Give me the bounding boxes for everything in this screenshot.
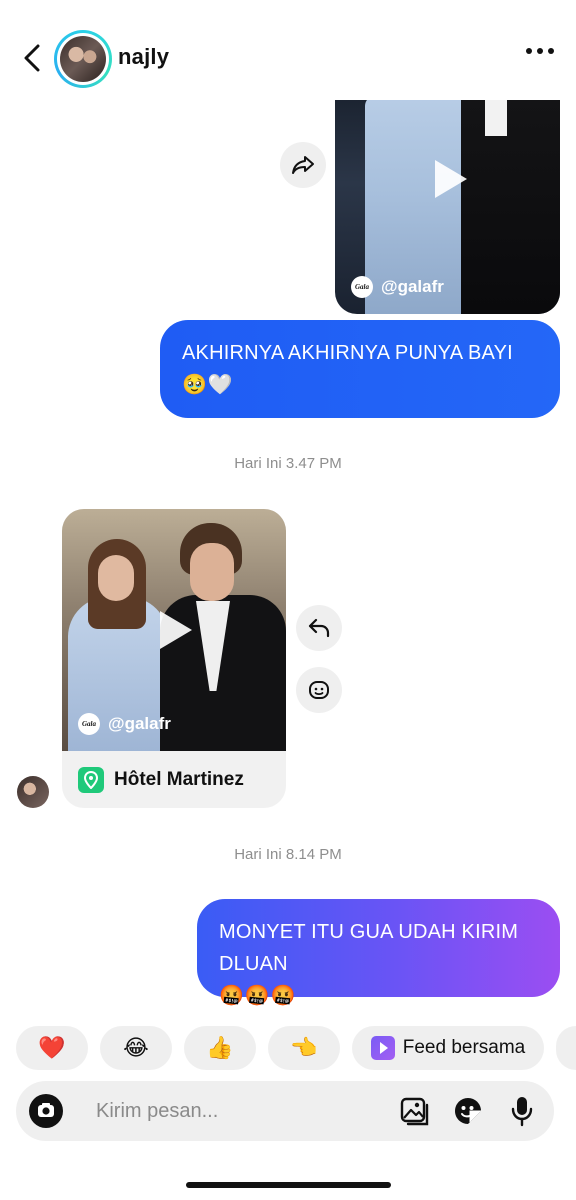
home-indicator [186,1182,391,1188]
voice-button[interactable] [506,1095,538,1127]
sender-avatar[interactable] [17,776,49,808]
post-source-tag: Gala @galafr [78,713,171,735]
message-text: AKHIRNYA AKHIRNYA PUNYA BAYI [182,342,513,364]
react-button[interactable] [296,667,342,713]
add-reaction-icon [309,681,329,699]
quick-reaction-heart[interactable]: ❤️ [16,1026,88,1070]
more-options-icon[interactable] [526,48,554,54]
gala-logo: Gala [78,713,100,735]
play-icon [435,160,467,198]
camera-icon [29,1094,63,1128]
timestamp: Hari Ini 8.14 PM [234,846,342,863]
share-button[interactable] [280,142,326,188]
post-source-tag: Gala @galafr [351,276,444,298]
gala-logo: Gala [351,276,373,298]
quick-reactions-bar: ❤️ 😂 👍 👈 Feed bersama [16,1026,576,1070]
message-emojis: 🤬🤬🤬 [219,985,297,1007]
message-text: MONYET ITU GUA UDAH KIRIM DLUAN [219,921,519,975]
more-quick-replies[interactable] [556,1026,576,1070]
sticker-button[interactable] [452,1095,484,1127]
outgoing-message[interactable]: MONYET ITU GUA UDAH KIRIM DLUAN 🤬🤬🤬 [197,899,560,1007]
chat-header: najly [0,0,576,100]
shared-video-post[interactable]: Gala @galafr [335,96,560,314]
quick-reaction-laugh[interactable]: 😂 [100,1026,172,1070]
shared-feed-button[interactable]: Feed bersama [352,1026,544,1070]
message-composer [16,1081,554,1141]
profile-avatar[interactable] [54,30,112,88]
share-arrow-icon [292,156,314,174]
message-emojis: 🥹🤍 [182,374,234,396]
timestamp: Hari Ini 3.47 PM [234,455,342,472]
location-tag[interactable]: Hôtel Martinez [62,751,286,808]
microphone-icon [511,1097,533,1127]
video-thumbnail[interactable]: Gala @galafr [62,509,286,751]
location-pin-icon [78,766,104,793]
outgoing-message[interactable]: AKHIRNYA AKHIRNYA PUNYA BAYI 🥹🤍 [160,320,560,418]
chat-username[interactable]: najly [118,44,169,70]
shared-feed-label: Feed bersama [402,1037,526,1058]
message-input[interactable] [96,1081,376,1141]
play-icon [160,611,192,649]
gallery-icon [400,1097,429,1126]
post-source-handle: @galafr [381,277,444,296]
camera-button[interactable] [22,1087,70,1135]
reply-button[interactable] [296,605,342,651]
feed-icon [370,1036,395,1060]
sticker-icon [455,1098,481,1124]
gallery-button[interactable] [398,1095,430,1127]
location-name: Hôtel Martinez [114,768,244,790]
reply-arrow-icon [308,618,330,638]
quick-reaction-point[interactable]: 👈 [268,1026,340,1070]
back-button[interactable] [18,42,46,74]
post-source-handle: @galafr [108,714,171,733]
shared-video-post-with-location[interactable]: Gala @galafr Hôtel Martinez [62,509,286,808]
quick-reaction-thumbs-up[interactable]: 👍 [184,1026,256,1070]
chevron-left-icon [24,44,40,72]
